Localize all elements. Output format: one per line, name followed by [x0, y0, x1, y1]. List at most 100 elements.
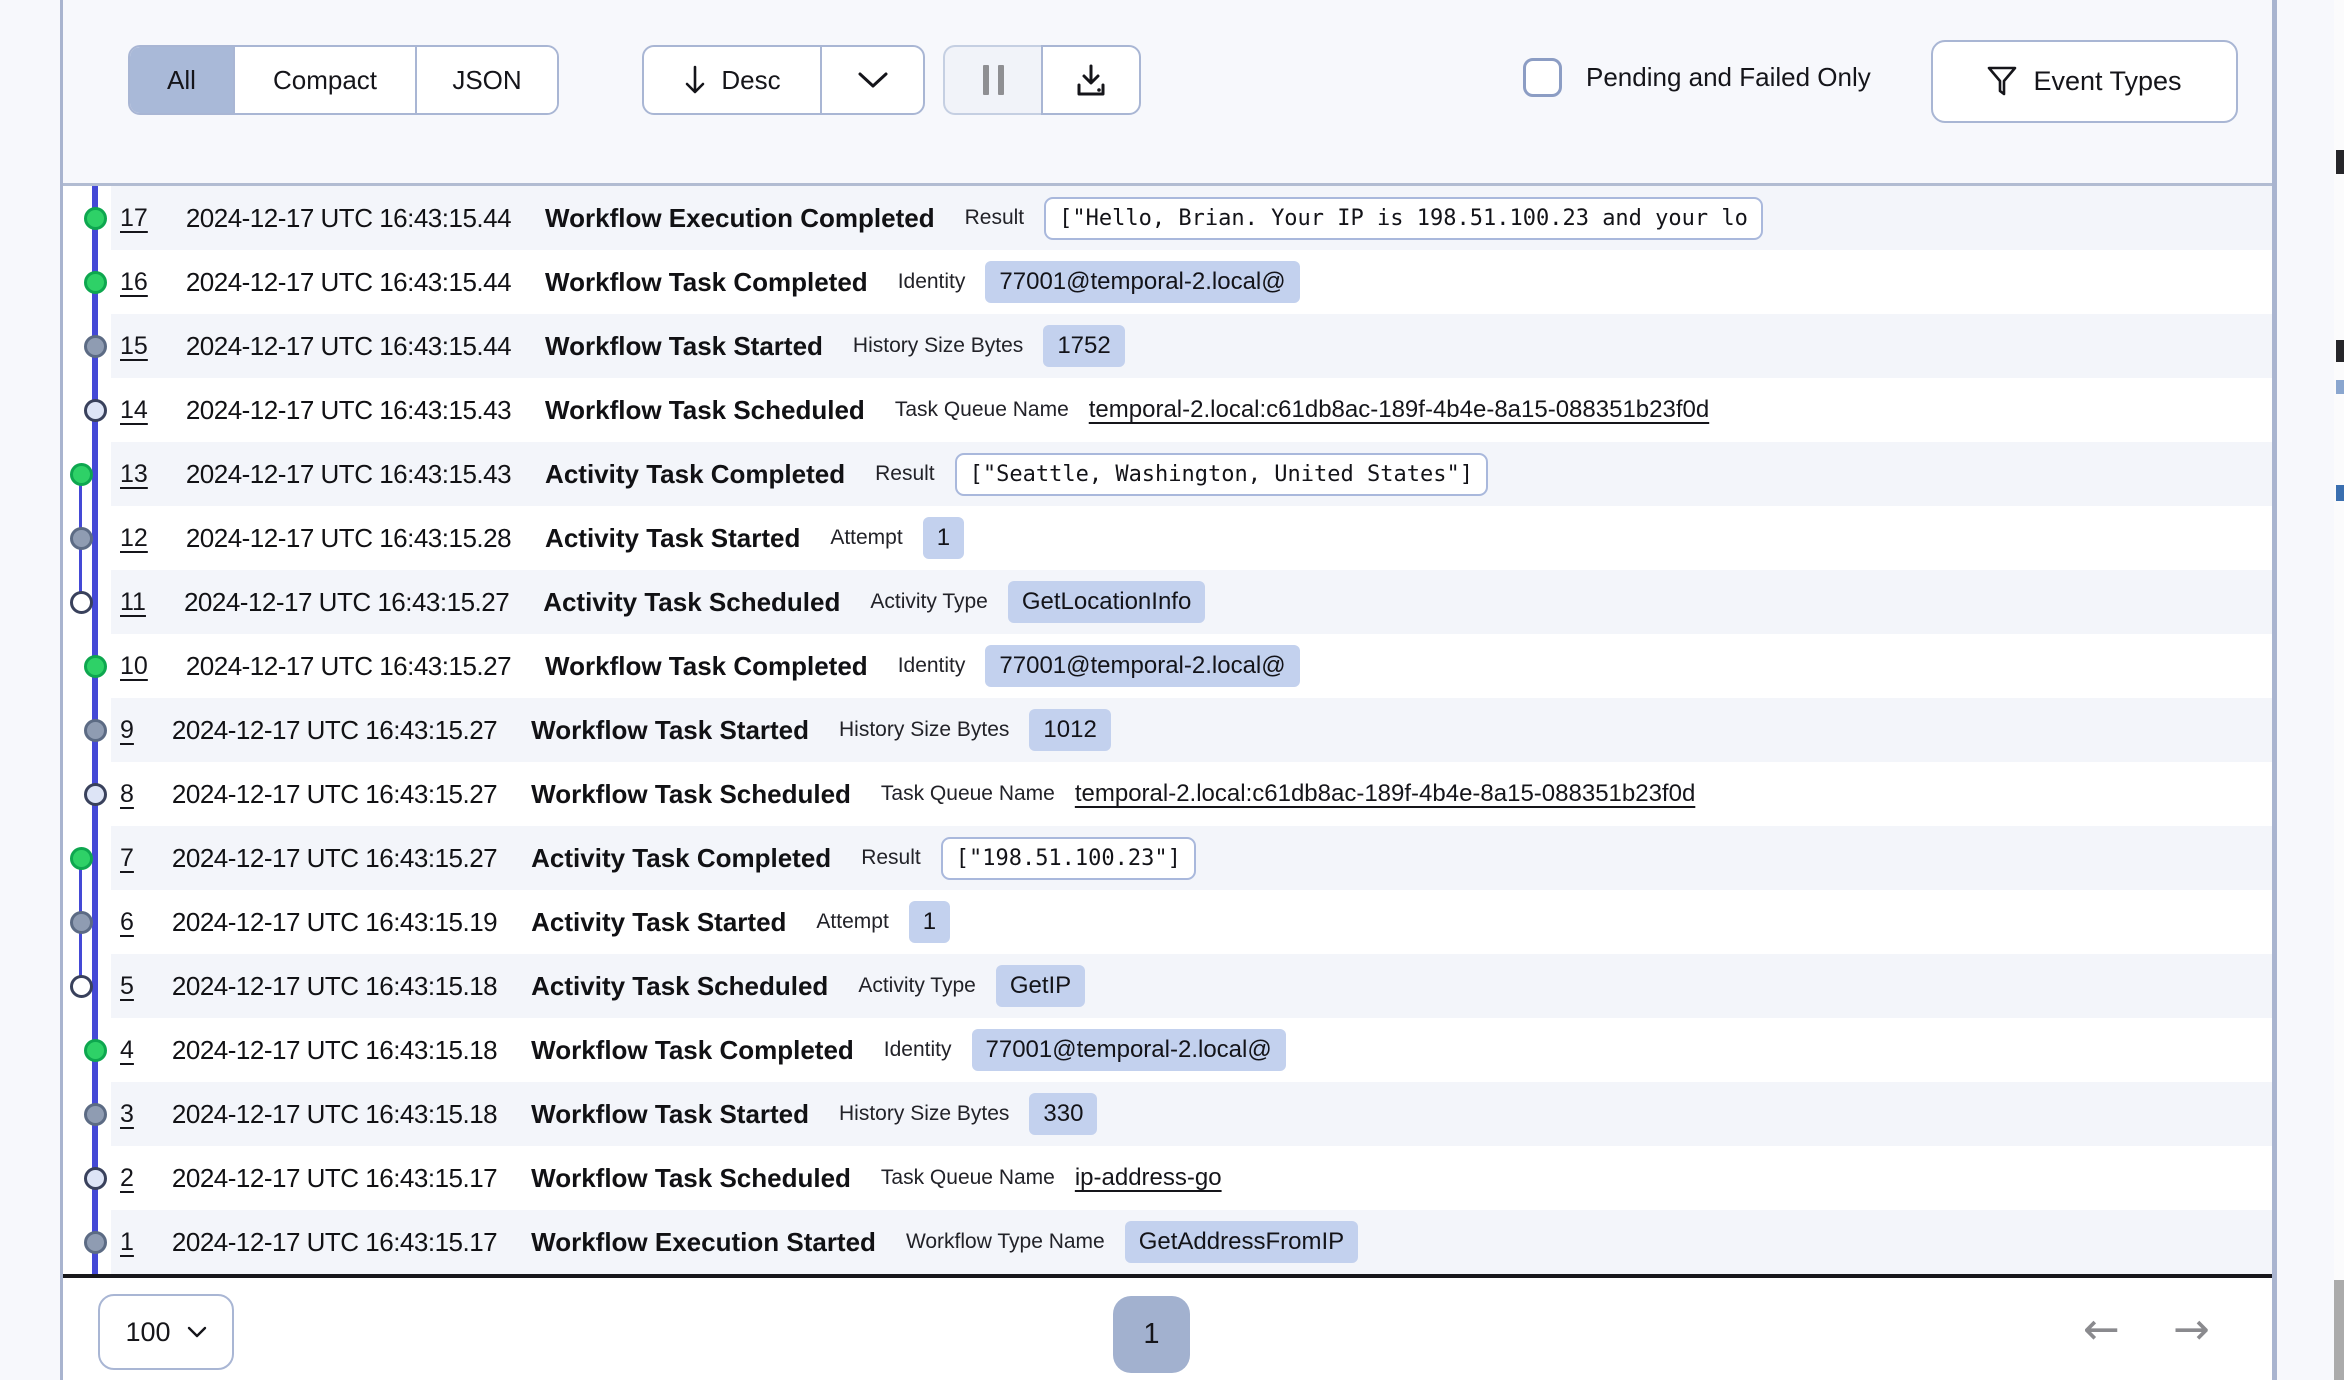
event-timestamp: 2024-12-17 UTC 16:43:15.27 — [172, 715, 497, 746]
event-row[interactable]: 3 2024-12-17 UTC 16:43:15.18 Workflow Ta… — [63, 1082, 2272, 1146]
event-timestamp: 2024-12-17 UTC 16:43:15.18 — [172, 971, 497, 1002]
event-marker — [84, 655, 107, 678]
event-attr-value-link[interactable]: ip-address-go — [1075, 1164, 1222, 1192]
event-name: Workflow Task Scheduled — [545, 395, 865, 426]
event-marker — [84, 719, 107, 742]
event-attr-label: Identity — [884, 1038, 952, 1062]
event-id-link[interactable]: 8 — [120, 780, 134, 809]
sort-options-dropdown-button[interactable] — [820, 47, 923, 113]
view-tab-json[interactable]: JSON — [415, 47, 557, 113]
download-history-button[interactable] — [1041, 45, 1141, 115]
event-attr-value-link[interactable]: temporal-2.local:c61db8ac-189f-4b4e-8a15… — [1075, 780, 1695, 808]
scrollbar[interactable] — [2334, 1280, 2344, 1380]
event-name: Workflow Task Started — [545, 331, 823, 362]
event-name: Workflow Task Completed — [545, 651, 868, 682]
event-attr-label: Identity — [898, 270, 966, 294]
event-attr-value-badge: 1752 — [1043, 325, 1124, 367]
event-timestamp: 2024-12-17 UTC 16:43:15.18 — [172, 1099, 497, 1130]
event-attr-label: Attempt — [830, 526, 902, 550]
current-page-button[interactable]: 1 — [1113, 1296, 1190, 1373]
event-row[interactable]: 2 2024-12-17 UTC 16:43:15.17 Workflow Ta… — [63, 1146, 2272, 1210]
event-row[interactable]: 13 2024-12-17 UTC 16:43:15.43 Activity T… — [63, 442, 2272, 506]
sort-label: Desc — [721, 65, 780, 96]
view-tab-all[interactable]: All — [130, 47, 233, 113]
event-name: Workflow Task Scheduled — [531, 779, 851, 810]
download-icon — [1073, 62, 1109, 98]
event-attr-value-badge: 77001@temporal-2.local@ — [985, 261, 1299, 303]
event-marker — [70, 591, 93, 614]
event-timestamp: 2024-12-17 UTC 16:43:15.44 — [186, 331, 511, 362]
event-row[interactable]: 1 2024-12-17 UTC 16:43:15.17 Workflow Ex… — [63, 1210, 2272, 1274]
event-name: Activity Task Completed — [531, 843, 831, 874]
arrow-down-icon — [683, 65, 707, 95]
event-row[interactable]: 17 2024-12-17 UTC 16:43:15.44 Workflow E… — [63, 186, 2272, 250]
event-name: Workflow Execution Completed — [545, 203, 935, 234]
funnel-icon — [1987, 66, 2017, 98]
event-row[interactable]: 4 2024-12-17 UTC 16:43:15.18 Workflow Ta… — [63, 1018, 2272, 1082]
event-id-link[interactable]: 11 — [120, 588, 146, 617]
view-tab-compact[interactable]: Compact — [233, 47, 415, 113]
event-attr-label: Attempt — [816, 910, 888, 934]
event-id-link[interactable]: 16 — [120, 268, 148, 297]
event-attr-value-badge: 77001@temporal-2.local@ — [972, 1029, 1286, 1071]
event-id-link[interactable]: 12 — [120, 524, 148, 553]
event-timestamp: 2024-12-17 UTC 16:43:15.28 — [186, 523, 511, 554]
event-id-link[interactable]: 1 — [120, 1228, 134, 1257]
pending-failed-checkbox[interactable] — [1523, 58, 1562, 97]
event-name: Activity Task Completed — [545, 459, 845, 490]
edge-fragment — [2336, 150, 2344, 174]
sort-desc-button[interactable]: Desc — [644, 47, 820, 113]
next-page-button[interactable]: → — [2173, 1308, 2210, 1352]
event-timestamp: 2024-12-17 UTC 16:43:15.17 — [172, 1163, 497, 1194]
event-marker — [84, 399, 107, 422]
event-id-link[interactable]: 2 — [120, 1164, 134, 1193]
event-row[interactable]: 10 2024-12-17 UTC 16:43:15.27 Workflow T… — [63, 634, 2272, 698]
event-id-link[interactable]: 4 — [120, 1036, 134, 1065]
event-row[interactable]: 8 2024-12-17 UTC 16:43:15.27 Workflow Ta… — [63, 762, 2272, 826]
event-row[interactable]: 14 2024-12-17 UTC 16:43:15.43 Workflow T… — [63, 378, 2272, 442]
event-row[interactable]: 16 2024-12-17 UTC 16:43:15.44 Workflow T… — [63, 250, 2272, 314]
event-id-link[interactable]: 9 — [120, 716, 134, 745]
pagination-bar: 100 1 ← → — [63, 1278, 2272, 1380]
event-attr-value-badge: GetIP — [996, 965, 1085, 1007]
event-marker — [84, 1103, 107, 1126]
event-row[interactable]: 11 2024-12-17 UTC 16:43:15.27 Activity T… — [63, 570, 2272, 634]
event-row[interactable]: 9 2024-12-17 UTC 16:43:15.27 Workflow Ta… — [63, 698, 2272, 762]
event-attr-label: Task Queue Name — [881, 782, 1055, 806]
event-id-link[interactable]: 15 — [120, 332, 148, 361]
pause-button[interactable] — [943, 45, 1041, 115]
event-row[interactable]: 6 2024-12-17 UTC 16:43:15.19 Activity Ta… — [63, 890, 2272, 954]
event-attr-value-badge: 77001@temporal-2.local@ — [985, 645, 1299, 687]
view-mode-segmented-control: All Compact JSON — [128, 45, 559, 115]
event-name: Activity Task Scheduled — [531, 971, 828, 1002]
event-marker — [84, 1167, 107, 1190]
panel-right-border — [2272, 0, 2277, 1380]
event-id-link[interactable]: 17 — [120, 204, 148, 233]
event-attr-label: History Size Bytes — [839, 1102, 1009, 1126]
event-types-filter-button[interactable]: Event Types — [1931, 40, 2238, 123]
pause-icon — [983, 65, 989, 95]
event-row[interactable]: 12 2024-12-17 UTC 16:43:15.28 Activity T… — [63, 506, 2272, 570]
event-row[interactable]: 15 2024-12-17 UTC 16:43:15.44 Workflow T… — [63, 314, 2272, 378]
event-attr-value-badge: 1 — [923, 517, 964, 559]
event-id-link[interactable]: 6 — [120, 908, 134, 937]
event-id-link[interactable]: 5 — [120, 972, 134, 1001]
event-attr-label: Activity Type — [870, 590, 988, 614]
event-attr-label: Task Queue Name — [895, 398, 1069, 422]
event-timestamp: 2024-12-17 UTC 16:43:15.43 — [186, 395, 511, 426]
event-id-link[interactable]: 13 — [120, 460, 148, 489]
event-name: Workflow Task Completed — [545, 267, 868, 298]
event-id-link[interactable]: 10 — [120, 652, 148, 681]
event-attr-label: Result — [861, 846, 921, 870]
event-attr-label: Identity — [898, 654, 966, 678]
event-id-link[interactable]: 7 — [120, 844, 134, 873]
event-id-link[interactable]: 3 — [120, 1100, 134, 1129]
event-attr-value-link[interactable]: temporal-2.local:c61db8ac-189f-4b4e-8a15… — [1089, 396, 1709, 424]
event-row[interactable]: 7 2024-12-17 UTC 16:43:15.27 Activity Ta… — [63, 826, 2272, 890]
edge-fragment — [2336, 485, 2344, 501]
event-row[interactable]: 5 2024-12-17 UTC 16:43:15.18 Activity Ta… — [63, 954, 2272, 1018]
previous-page-button[interactable]: ← — [2083, 1308, 2120, 1352]
event-id-link[interactable]: 14 — [120, 396, 148, 425]
event-attr-value-code: ["Hello, Brian. Your IP is 198.51.100.23… — [1044, 197, 1763, 240]
page-size-select[interactable]: 100 — [98, 1294, 234, 1370]
